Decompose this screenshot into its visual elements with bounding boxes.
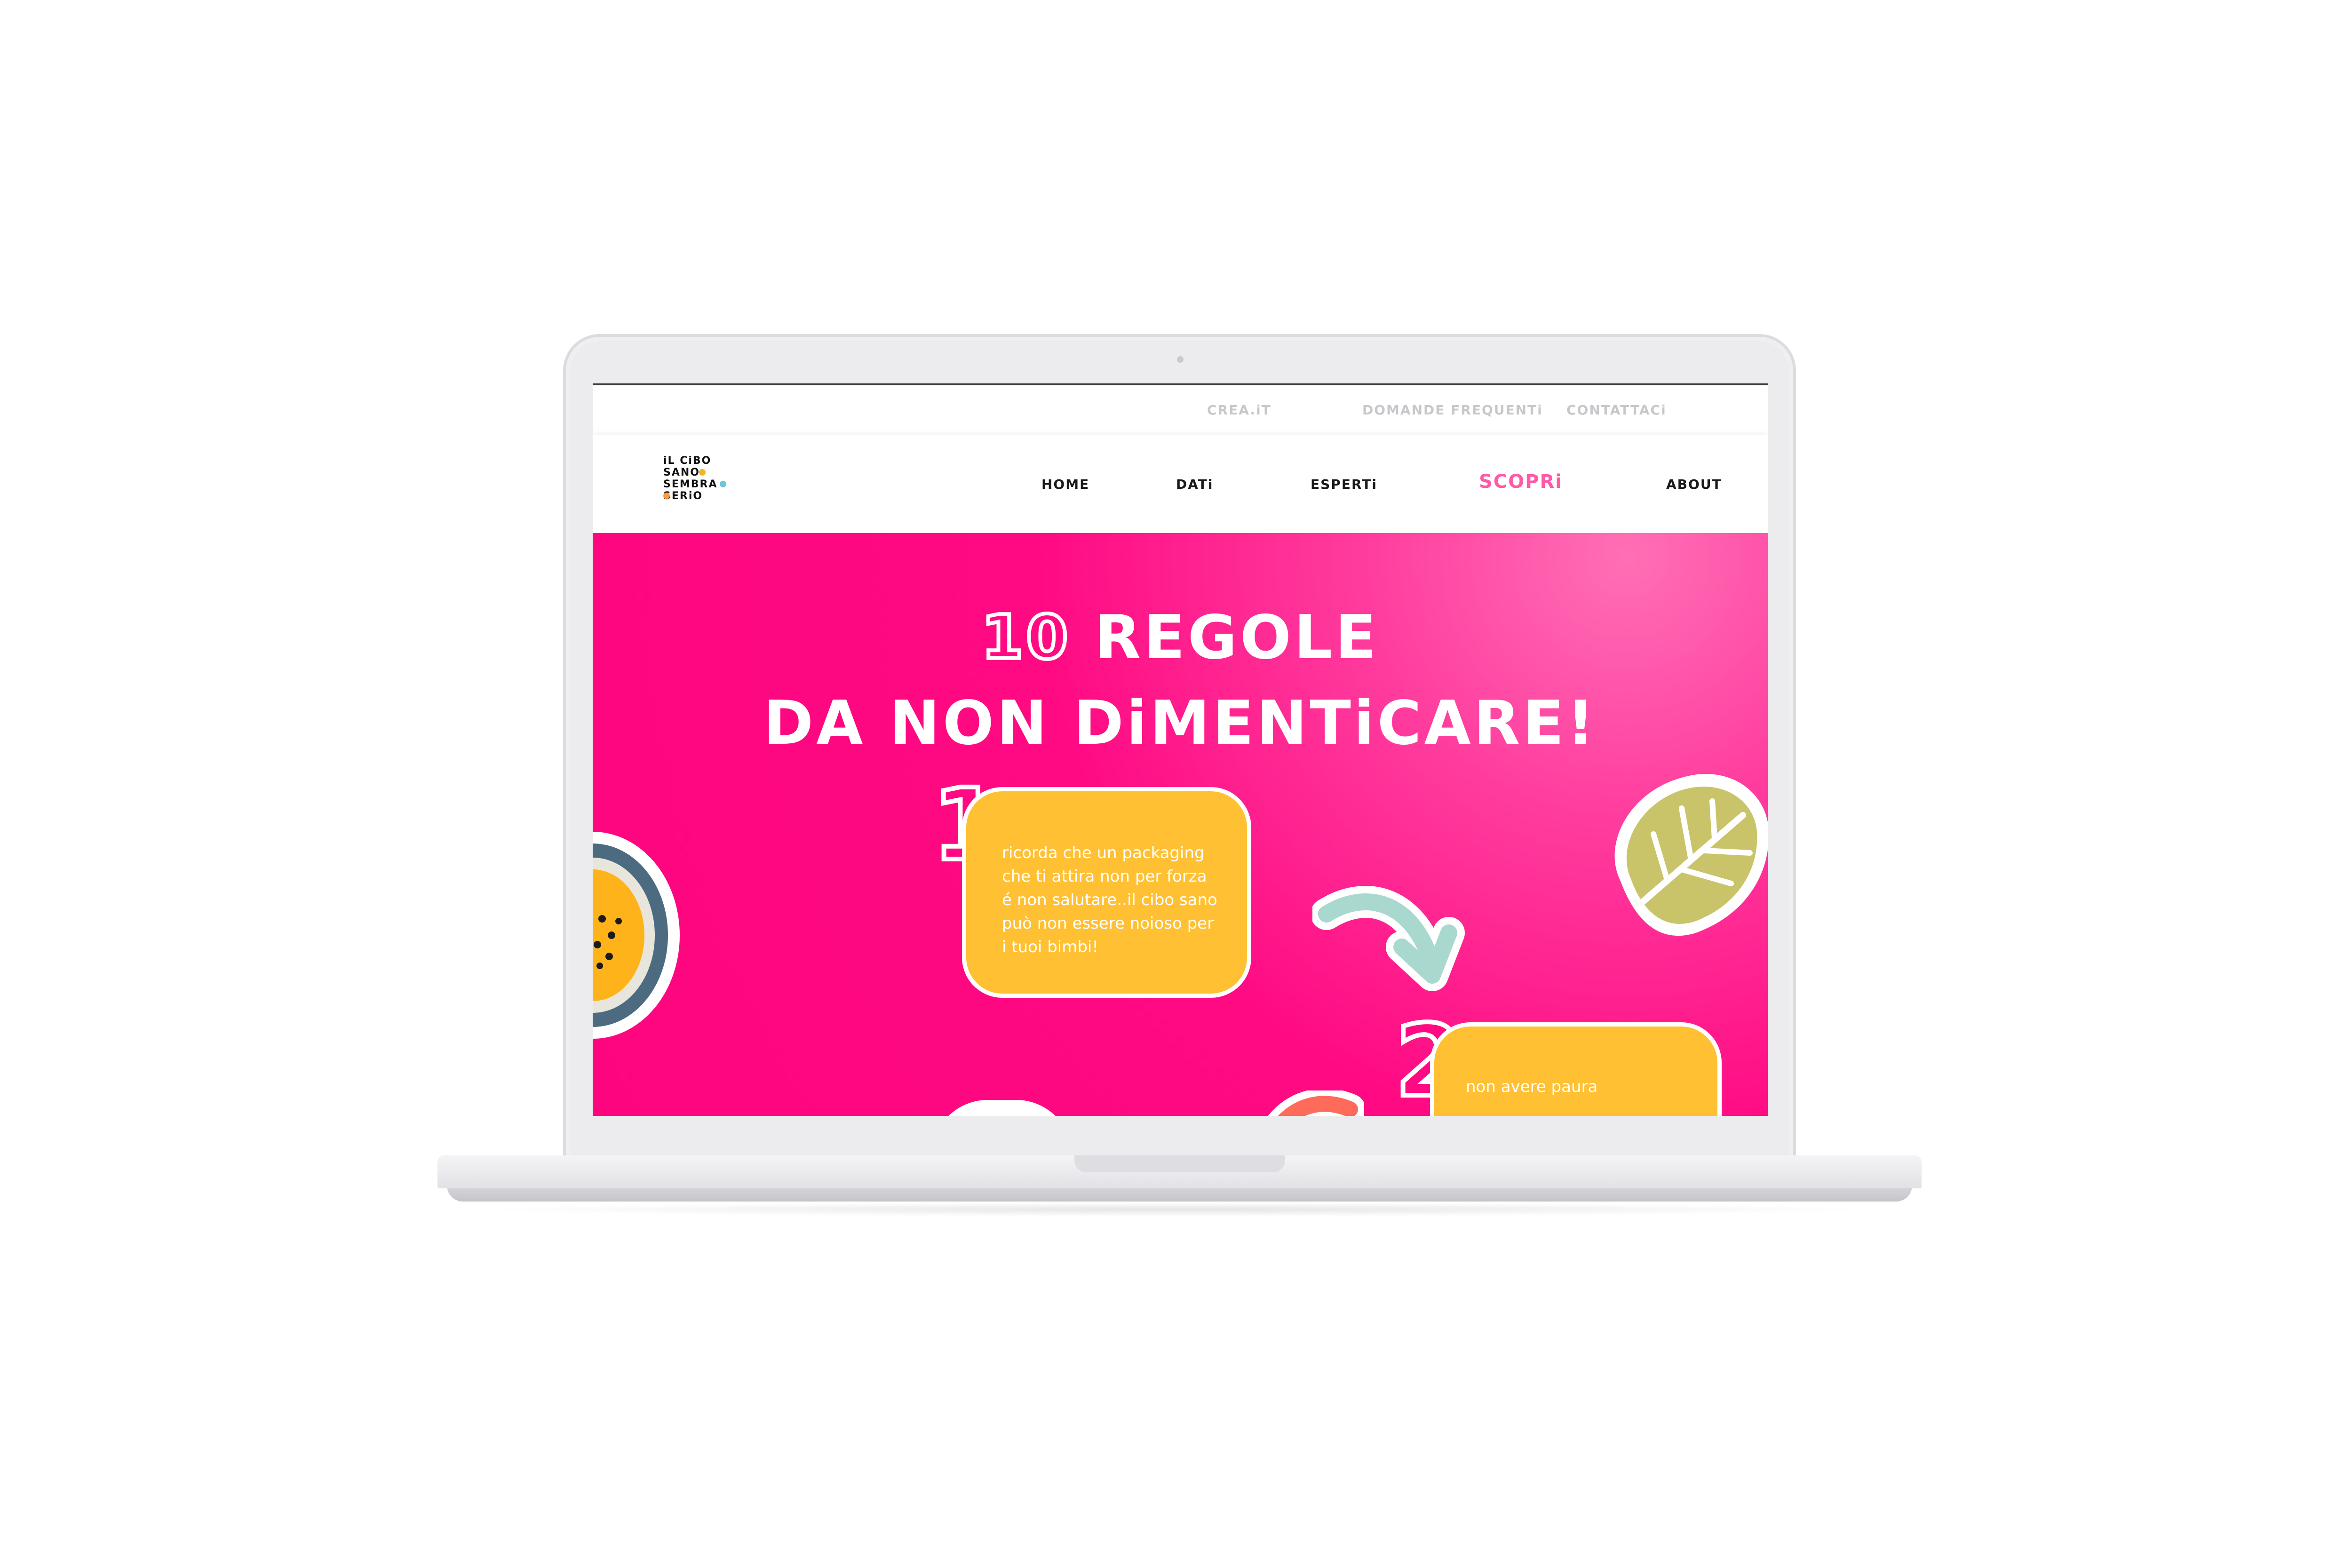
nav-scopri[interactable]: SCOPRi (1479, 471, 1563, 493)
rule-2-line-1: non avere paura (1466, 1077, 1598, 1096)
rule-1-line-3: é non salutare..il cibo sano (1002, 891, 1217, 909)
logo-dot-blue (720, 481, 726, 487)
laptop-shadow (470, 1202, 1882, 1217)
util-link-faq[interactable]: DOMANDE FREQUENTi (1362, 402, 1543, 418)
util-link-contact[interactable]: CONTATTACi (1566, 402, 1667, 418)
logo-line-1: iL CiBO (663, 455, 712, 467)
hero-section: 10 REGOLE DA NON DiMENTiCARE! ricorda ch… (593, 533, 1768, 1116)
rule-1-line-5: i tuoi bimbi! (1002, 938, 1098, 956)
rule-text-1: ricorda che un packaging che ti attira n… (1002, 841, 1217, 959)
arrow-left-icon (1268, 1090, 1364, 1116)
rule-text-2: non avere paura (1466, 1075, 1597, 1098)
browser-viewport: CREA.iT DOMANDE FREQUENTi CONTATTACi iL … (593, 383, 1768, 1116)
nav-dati[interactable]: DATi (1176, 477, 1213, 492)
rule-1-line-4: può non essere noioso per (1002, 914, 1214, 933)
rule-card-2 (1430, 1022, 1722, 1116)
laptop-notch (1074, 1155, 1285, 1172)
hero-title-line2: DA NON DiMENTiCARE! (763, 688, 1597, 758)
main-nav: iL CiBO SANO SEMBRA SERiO HOME DATi ESPE… (593, 435, 1768, 533)
rule-1-line-2: che ti attira non per forza (1002, 867, 1207, 886)
logo-line-3: SEMBRA (663, 478, 718, 490)
monstera-leaf-icon (1614, 774, 1768, 936)
logo-line-4: SERiO (663, 490, 703, 502)
logo-dot-orange (663, 493, 670, 499)
nav-home[interactable]: HOME (1041, 477, 1089, 492)
hero-title-number: 10 (979, 601, 1071, 675)
nav-esperti[interactable]: ESPERTi (1311, 477, 1377, 492)
util-link-crea[interactable]: CREA.iT (1207, 402, 1271, 418)
passion-fruit-icon (593, 832, 680, 1039)
utility-bar: CREA.iT DOMANDE FREQUENTi CONTATTACi (593, 383, 1768, 435)
rule-1-line-1: ricorda che un packaging (1002, 844, 1205, 862)
sticker-partial (931, 1100, 1073, 1116)
mockup-stage: CREA.iT DOMANDE FREQUENTi CONTATTACi iL … (0, 0, 2352, 1568)
site-logo[interactable]: iL CiBO SANO SEMBRA SERiO (663, 455, 739, 516)
logo-dot-yellow (699, 469, 706, 476)
camera-icon (1177, 356, 1184, 363)
hero-title: 10 REGOLE DA NON DiMENTiCARE! (593, 595, 1768, 766)
nav-about[interactable]: ABOUT (1666, 477, 1722, 492)
arrow-right-icon (1312, 886, 1465, 991)
hero-title-line1: REGOLE (1071, 603, 1379, 673)
